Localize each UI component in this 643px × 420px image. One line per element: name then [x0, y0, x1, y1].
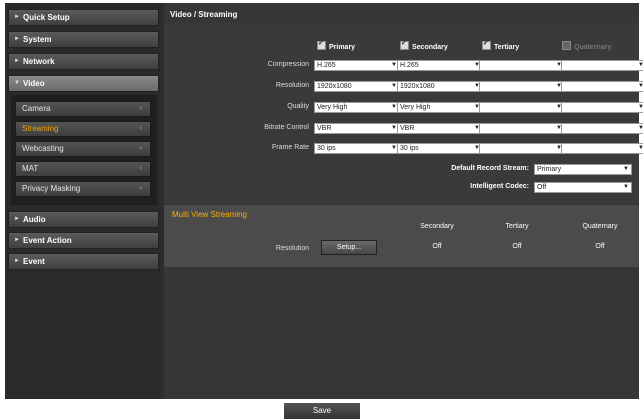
chevron-right-icon: ›	[139, 185, 142, 192]
select-resolution-tertiary[interactable]: ▼	[479, 81, 565, 92]
chevron-right-icon: ►	[14, 216, 20, 222]
main-panel: Video / Streaming Primary Secondary Tert…	[164, 3, 643, 399]
setup-button[interactable]: Setup...	[321, 240, 377, 255]
submenu-item-webcasting[interactable]: Webcasting ›	[15, 141, 151, 157]
multiview-title: Multi View Streaming	[172, 210, 247, 219]
row-label-compression: Compression	[267, 61, 309, 68]
page-title: Video / Streaming	[170, 10, 238, 19]
sidebar-item-network[interactable]: ► Network	[8, 53, 159, 70]
select-default-record-stream[interactable]: Primary ▼	[534, 164, 632, 175]
select-compression-primary[interactable]: H.265 ▼	[314, 60, 400, 71]
select-quality-tertiary[interactable]: ▼	[479, 102, 565, 113]
video-submenu: Camera › Streaming › Webcasting › MAT › Priv…	[11, 95, 157, 205]
chevron-right-icon: ►	[14, 36, 20, 42]
sidebar-item-event[interactable]: ► Event	[8, 253, 159, 270]
checkbox-tertiary[interactable]	[482, 39, 491, 50]
chevron-right-icon: ›	[139, 145, 142, 152]
multiview-value-tertiary: Off	[512, 243, 522, 250]
sidebar: ► Quick Setup ► System ► Network ▼ Video Cam…	[5, 3, 161, 399]
submenu-item-camera[interactable]: Camera ›	[15, 101, 151, 117]
multiview-col-tertiary: Tertiary	[505, 223, 529, 230]
column-secondary[interactable]: Secondary	[400, 39, 448, 51]
select-framerate-quaternary[interactable]: ▼	[561, 143, 643, 154]
select-intelligent-codec[interactable]: Off ▼	[534, 182, 632, 193]
chevron-right-icon: ›	[139, 165, 142, 172]
checkbox-quaternary[interactable]	[562, 41, 571, 50]
chevron-right-icon: ►	[14, 14, 20, 20]
sidebar-item-event-action[interactable]: ► Event Action	[8, 232, 159, 249]
intelligent-codec-label: Intelligent Codec:	[470, 183, 529, 190]
select-quality-primary[interactable]: Very High ▼	[314, 102, 400, 113]
select-bitrate-tertiary[interactable]: ▼	[479, 123, 565, 134]
chevron-right-icon: ›	[139, 105, 142, 112]
sidebar-item-video[interactable]: ▼ Video	[8, 75, 159, 92]
select-compression-secondary[interactable]: H.265 ▼	[397, 60, 483, 71]
multiview-col-secondary: Secondary	[420, 223, 454, 230]
submenu-item-streaming[interactable]: Streaming ›	[15, 121, 151, 137]
select-quality-secondary[interactable]: Very High ▼	[397, 102, 483, 113]
dropdown-arrow-icon: ▼	[638, 62, 643, 68]
select-resolution-primary[interactable]: 1920x1080 ▼	[314, 81, 400, 92]
row-label-quality: Quality	[287, 103, 309, 110]
sidebar-item-audio[interactable]: ► Audio	[8, 211, 159, 228]
select-compression-quaternary[interactable]: ▼	[561, 60, 643, 71]
multiview-row-label-resolution: Resolution	[275, 245, 309, 252]
select-resolution-quaternary[interactable]: ▼	[561, 81, 643, 92]
save-button[interactable]: Save	[284, 403, 360, 419]
checkbox-secondary[interactable]	[400, 39, 409, 50]
select-bitrate-quaternary[interactable]: ▼	[561, 123, 643, 134]
column-quaternary[interactable]: Quaternary	[562, 41, 611, 51]
row-label-frame-rate: Frame Rate	[272, 144, 309, 151]
dropdown-arrow-icon: ▼	[638, 83, 643, 89]
select-framerate-tertiary[interactable]: ▼	[479, 143, 565, 154]
checkbox-primary[interactable]	[317, 39, 326, 50]
multiview-value-secondary: Off	[432, 243, 442, 250]
chevron-right-icon: ►	[14, 258, 20, 264]
sidebar-item-system[interactable]: ► System	[8, 31, 159, 48]
select-framerate-secondary[interactable]: 30 ips ▼	[397, 143, 483, 154]
submenu-item-mat[interactable]: MAT ›	[15, 161, 151, 177]
multiview-value-quaternary: Off	[595, 243, 605, 250]
row-label-resolution: Resolution	[275, 82, 309, 89]
row-label-bitrate-control: Bitrate Control	[264, 124, 309, 131]
select-compression-tertiary[interactable]: ▼	[479, 60, 565, 71]
dropdown-arrow-icon: ▼	[623, 184, 629, 190]
select-resolution-secondary[interactable]: 1920x1080 ▼	[397, 81, 483, 92]
chevron-down-icon: ▼	[14, 80, 20, 86]
select-quality-quaternary[interactable]: ▼	[561, 102, 643, 113]
chevron-right-icon: ►	[14, 58, 20, 64]
dropdown-arrow-icon: ▼	[638, 145, 643, 151]
column-tertiary[interactable]: Tertiary	[482, 39, 519, 51]
default-record-stream-label: Default Record Stream:	[451, 165, 529, 172]
chevron-right-icon: ›	[139, 125, 142, 132]
dropdown-arrow-icon: ▼	[638, 104, 643, 110]
column-primary[interactable]: Primary	[317, 39, 355, 51]
sidebar-item-quick-setup[interactable]: ► Quick Setup	[8, 9, 159, 26]
multiview-col-quaternary: Quaternary	[582, 223, 618, 230]
dropdown-arrow-icon: ▼	[638, 125, 643, 131]
chevron-right-icon: ►	[14, 237, 20, 243]
submenu-item-privacy-masking[interactable]: Privacy Masking ›	[15, 181, 151, 197]
settings-frame: ► Quick Setup ► System ► Network ▼ Video Cam…	[5, 3, 643, 399]
dropdown-arrow-icon: ▼	[623, 166, 629, 172]
select-framerate-primary[interactable]: 30 ips ▼	[314, 143, 400, 154]
select-bitrate-secondary[interactable]: VBR ▼	[397, 123, 483, 134]
select-bitrate-primary[interactable]: VBR ▼	[314, 123, 400, 134]
